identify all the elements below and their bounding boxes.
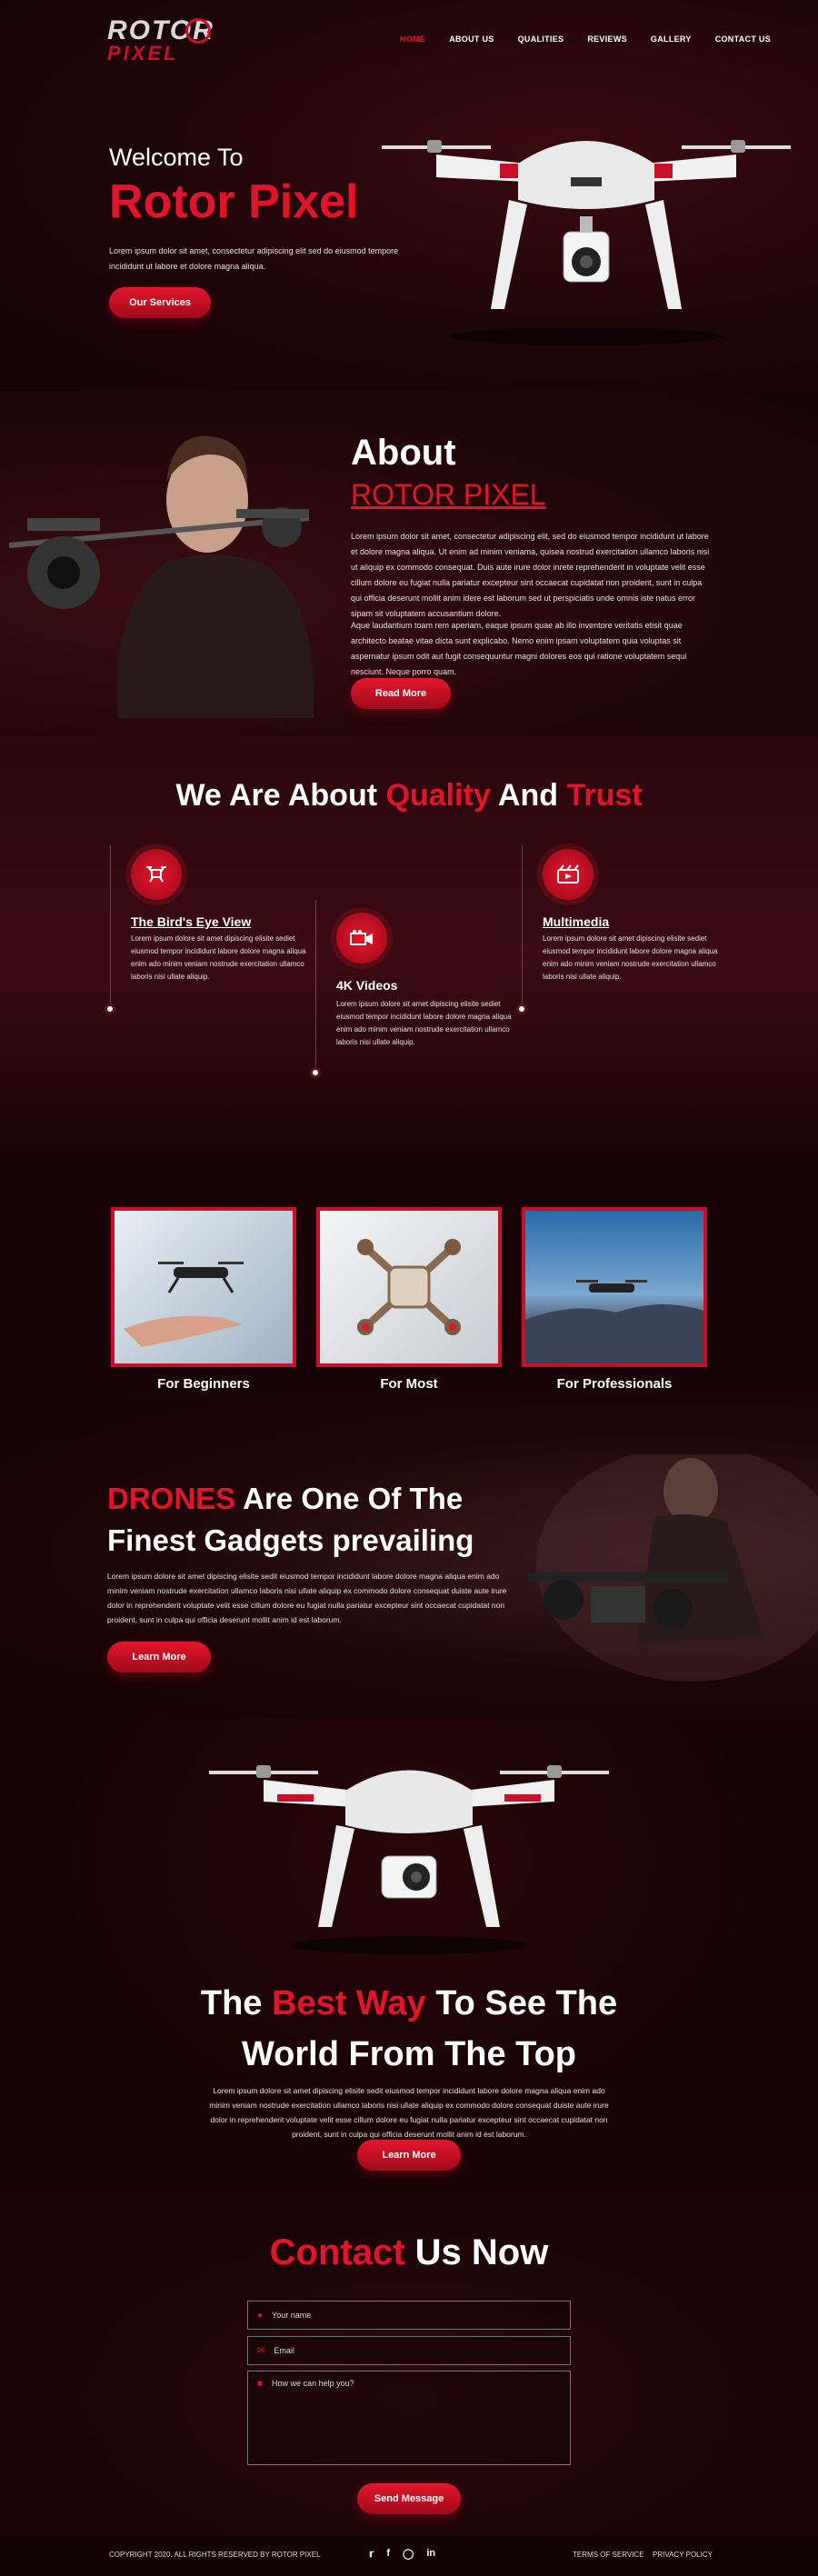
hero-drone-image <box>373 127 800 345</box>
contact-heading: Contact Us Now <box>0 2232 818 2273</box>
about-title: About <box>351 433 456 473</box>
nav-gallery[interactable]: GALLERY <box>651 35 692 44</box>
drones-learn-more-button[interactable]: Learn More <box>107 1642 211 1672</box>
best-heading: The Best Way To See The World From The T… <box>0 1978 818 2080</box>
best-heading-part-3: To See The <box>425 1984 618 2022</box>
best-heading-part-1: The <box>200 1984 272 2022</box>
quality-heading-part-1: We Are About <box>175 778 386 813</box>
nav-about-us[interactable]: ABOUT US <box>449 35 494 44</box>
timeline-line-1 <box>110 845 111 1004</box>
gallery-label-most: For Most <box>380 1376 438 1392</box>
logo-bottom-text: PIXEL <box>107 42 179 65</box>
logo-top-text: ROTOR <box>107 15 214 45</box>
contact-heading-red: Contact <box>269 2232 405 2272</box>
birds-eye-icon <box>131 849 182 900</box>
name-field[interactable]: ● Your name <box>247 2301 571 2330</box>
about-paragraph-2: Aque laudantium toam rem aperiam, eaque … <box>351 621 687 676</box>
timeline-dot-2 <box>310 1067 321 1078</box>
quality-heading-part-4: Trust <box>566 778 643 813</box>
about-person-image <box>0 409 336 736</box>
terms-link[interactable]: TERMS OF SERVICE <box>573 2551 644 2559</box>
drones-text: Lorem ipsum dolore sit amet dipiscing el… <box>107 1572 507 1624</box>
best-heading-part-2: Best Way <box>272 1984 426 2022</box>
video-camera-icon <box>336 913 387 964</box>
gallery-card-most[interactable] <box>316 1207 502 1367</box>
gallery-label-beginners: For Beginners <box>157 1376 250 1392</box>
feature-text-4k-videos: Lorem ipsum dolore sit amet dipiscing el… <box>336 1000 512 1046</box>
privacy-link[interactable]: PRIVACY POLICY <box>653 2551 713 2559</box>
contact-heading-rest: Us Now <box>404 2232 549 2272</box>
send-message-button[interactable]: Send Message <box>357 2483 461 2514</box>
envelope-icon: ✉ <box>257 2345 265 2356</box>
read-more-button[interactable]: Read More <box>351 678 451 709</box>
best-text: Lorem ipsum dolore sit amet dipiscing el… <box>209 2086 609 2139</box>
drones-heading-rest: Are One Of The <box>235 1482 464 1515</box>
timeline-dot-3 <box>516 1003 527 1014</box>
best-drone-image <box>209 1754 609 1954</box>
main-nav: HOME ABOUT US QUALITIES REVIEWS GALLERY … <box>400 35 794 44</box>
hero-welcome: Welcome To <box>109 144 244 171</box>
best-heading-line-2: World From The Top <box>242 2035 576 2073</box>
email-field[interactable]: ✉ Email <box>247 2336 571 2365</box>
logo[interactable]: ROTOR PIXEL <box>107 15 253 71</box>
logo-rotor-icon <box>185 18 211 44</box>
nav-home[interactable]: HOME <box>400 35 425 44</box>
facebook-icon[interactable]: f <box>386 2548 390 2560</box>
nav-contact-us[interactable]: CONTACT US <box>715 35 771 44</box>
gallery-card-beginners[interactable] <box>111 1207 296 1367</box>
twitter-icon[interactable]: 𝕣 <box>369 2548 374 2560</box>
quality-heading-part-2: Quality <box>385 778 491 813</box>
timeline-dot-1 <box>105 1003 115 1014</box>
nav-qualities[interactable]: QUALITIES <box>518 35 564 44</box>
best-learn-more-button[interactable]: Learn More <box>357 2140 461 2171</box>
drones-heading: DRONES Are One Of The Finest Gadgets pre… <box>107 1478 474 1562</box>
drones-heading-red: DRONES <box>107 1482 236 1515</box>
gallery-card-professionals[interactable] <box>522 1207 707 1367</box>
about-paragraph-1: Lorem ipsum dolor sit amet, consectetur … <box>351 532 710 618</box>
footer: COPYRIGHT 2020. ALL RIGHTS RESERVED BY R… <box>0 2536 818 2576</box>
about-subtitle: ROTOR PIXEL <box>351 478 546 511</box>
our-services-button[interactable]: Our Services <box>109 287 211 318</box>
message-field[interactable]: ■ How we can help you? <box>247 2371 571 2465</box>
hero-brand: Rotor Pixel <box>109 175 359 228</box>
multimedia-icon <box>543 849 594 900</box>
linkedin-icon[interactable]: in <box>426 2548 435 2560</box>
quality-heading: We Are About Quality And Trust <box>0 778 818 814</box>
feature-text-birds-eye: Lorem ipsum dolore sit amet dipiscing el… <box>131 934 306 981</box>
instagram-icon[interactable]: ◯ <box>403 2548 414 2560</box>
feature-title-multimedia: Multimedia <box>543 914 610 929</box>
name-field-placeholder: Your name <box>272 2311 312 2320</box>
feature-title-birds-eye: The Bird's Eye View <box>131 914 252 929</box>
timeline-line-3 <box>522 845 523 1004</box>
timeline-line-2 <box>315 900 316 1068</box>
nav-reviews[interactable]: REVIEWS <box>587 35 627 44</box>
social-links: 𝕣 f ◯ in <box>369 2548 435 2560</box>
drones-person-image <box>509 1445 818 1682</box>
feature-text-multimedia: Lorem ipsum dolore sit amet dipiscing el… <box>543 934 718 981</box>
email-field-placeholder: Email <box>274 2346 294 2355</box>
quality-heading-part-3: And <box>490 778 567 813</box>
drones-heading-line-2: Finest Gadgets prevailing <box>107 1523 474 1557</box>
chat-icon: ■ <box>257 2379 264 2389</box>
copyright-text: COPYRIGHT 2020. ALL RIGHTS RESERVED BY R… <box>109 2551 321 2559</box>
feature-title-4k-videos: 4K Videos <box>336 978 398 993</box>
gallery-label-professionals: For Professionals <box>556 1376 673 1392</box>
message-field-placeholder: How we can help you? <box>272 2379 354 2388</box>
user-icon: ● <box>257 2310 264 2321</box>
